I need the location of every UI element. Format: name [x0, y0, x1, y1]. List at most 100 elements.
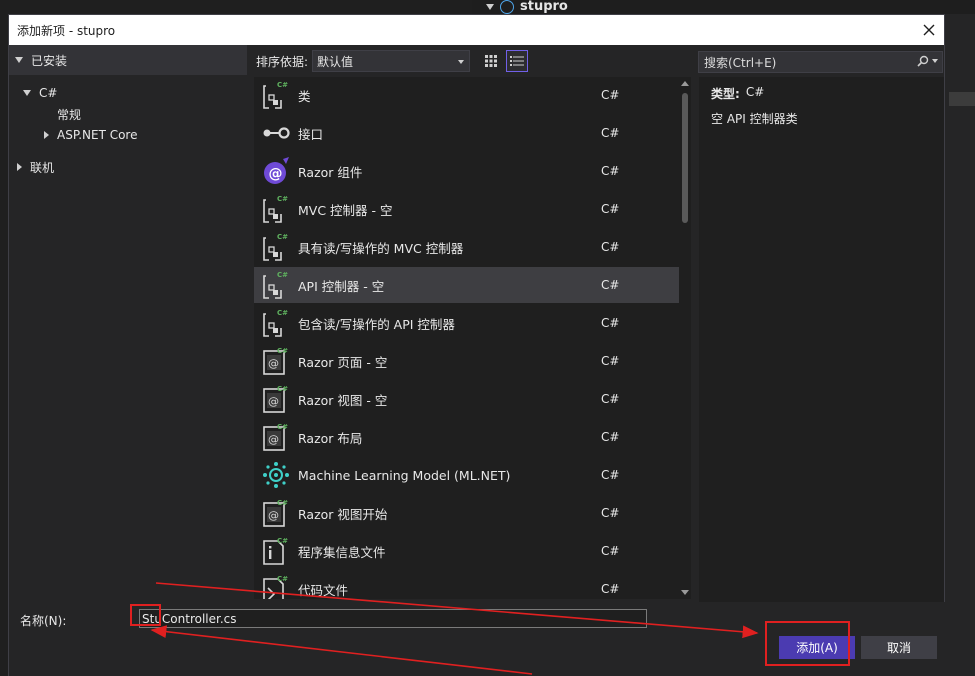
- template-name: 代码文件: [298, 582, 349, 598]
- svg-text:@: @: [268, 433, 279, 446]
- tree-item-label: ASP.NET Core: [57, 128, 138, 142]
- template-language: C#: [601, 392, 620, 406]
- grid-view-icon: [485, 55, 498, 67]
- collapse-arrow-icon: [23, 90, 31, 96]
- template-language: C#: [601, 468, 620, 482]
- svg-text:@: @: [268, 357, 279, 370]
- installed-header[interactable]: 已安装: [9, 45, 247, 75]
- template-language: C#: [601, 278, 620, 292]
- template-name: Razor 视图开始: [298, 506, 388, 522]
- details-pane: 搜索(Ctrl+E) 类型: C# 空 API 控制器类: [697, 45, 946, 602]
- razor-page-icon: @ C#: [254, 343, 298, 379]
- add-button[interactable]: 添加(A): [779, 636, 855, 659]
- template-item[interactable]: C# 程序集信息文件 C#: [254, 533, 679, 569]
- template-name: Razor 布局: [298, 430, 363, 446]
- template-item[interactable]: @ C# Razor 视图 - 空 C#: [254, 381, 679, 417]
- razor-component-icon: @: [254, 153, 298, 189]
- template-language: C#: [601, 430, 620, 444]
- tree-item-csharp[interactable]: C#: [23, 83, 57, 103]
- template-item[interactable]: C# 类 C#: [254, 77, 679, 113]
- sort-toolbar: 排序依据: 默认值: [247, 45, 697, 77]
- template-item[interactable]: 接口 C#: [254, 115, 679, 151]
- template-item[interactable]: @ C# Razor 布局 C#: [254, 419, 679, 455]
- template-item[interactable]: @ C# Razor 视图开始 C#: [254, 495, 679, 531]
- type-label: 类型:: [711, 87, 740, 101]
- class-icon: C#: [254, 305, 298, 341]
- tree-item-label: 联机: [30, 160, 55, 175]
- template-name: Machine Learning Model (ML.NET): [298, 467, 511, 483]
- sort-dropdown[interactable]: 默认值: [312, 50, 471, 72]
- template-item[interactable]: C# 代码文件 C#: [254, 571, 679, 599]
- solution-tree-node[interactable]: stupro: [486, 0, 568, 14]
- template-name: 类: [298, 88, 311, 104]
- class-icon: C#: [254, 77, 298, 113]
- svg-text:C#: C#: [277, 309, 288, 317]
- template-language: C#: [601, 88, 620, 102]
- cancel-button[interactable]: 取消: [861, 636, 937, 659]
- ml-model-icon: [254, 457, 298, 493]
- svg-text:C#: C#: [277, 81, 288, 89]
- sort-label: 排序依据:: [256, 54, 309, 69]
- interface-icon: [254, 115, 298, 151]
- expand-arrow-icon: [44, 131, 49, 139]
- razor-page-icon: @ C#: [254, 495, 298, 531]
- template-item[interactable]: C# API 控制器 - 空 C#: [254, 267, 679, 303]
- type-value: C#: [745, 85, 765, 99]
- scroll-up-icon[interactable]: [681, 81, 689, 86]
- template-name: 接口: [298, 126, 324, 142]
- search-box[interactable]: 搜索(Ctrl+E): [698, 51, 943, 73]
- template-list: C# 类 C# 接口 C# @ Razor 组件 C# C# MVC 控制器 - 空 C# C# 具有读…: [254, 77, 679, 599]
- svg-text:@: @: [268, 509, 279, 522]
- tree-item-general[interactable]: 常规: [57, 104, 81, 124]
- chevron-down-icon: [458, 60, 465, 64]
- search-placeholder: 搜索(Ctrl+E): [704, 55, 777, 70]
- template-item[interactable]: Machine Learning Model (ML.NET) C#: [254, 457, 679, 493]
- class-icon: C#: [254, 191, 298, 227]
- template-item[interactable]: C# 具有读/写操作的 MVC 控制器 C#: [254, 229, 679, 265]
- name-label: 名称(N):: [20, 614, 67, 628]
- class-icon: C#: [254, 229, 298, 265]
- dialog-footer: 名称(N): 添加(A) 取消: [9, 602, 946, 676]
- scroll-down-icon[interactable]: [681, 590, 689, 595]
- tree-item-online[interactable]: 联机: [17, 157, 54, 177]
- template-language: C#: [601, 240, 620, 254]
- sort-value: 默认值: [317, 54, 354, 69]
- template-item[interactable]: C# MVC 控制器 - 空 C#: [254, 191, 679, 227]
- close-icon: [923, 24, 935, 36]
- add-new-item-dialog: 添加新项 - stupro 已安装 C# 常规 ASP.NET Core 联机 …: [8, 14, 946, 676]
- grid-view-button[interactable]: [480, 50, 502, 72]
- search-icon: [917, 55, 929, 67]
- tree-item-aspnet-core[interactable]: ASP.NET Core: [44, 125, 137, 145]
- svg-text:C#: C#: [277, 385, 288, 393]
- template-description: 空 API 控制器类: [711, 112, 798, 126]
- expand-arrow-icon: [486, 3, 494, 10]
- ide-side-panel: [945, 14, 975, 676]
- web-project-icon: [500, 0, 514, 14]
- close-button[interactable]: [920, 21, 938, 39]
- svg-text:C#: C#: [277, 233, 288, 241]
- template-name: MVC 控制器 - 空: [298, 202, 393, 218]
- svg-text:C#: C#: [277, 537, 288, 545]
- template-list-scrollbar[interactable]: [679, 77, 691, 599]
- svg-text:@: @: [268, 395, 279, 408]
- svg-text:C#: C#: [277, 195, 288, 203]
- project-name: stupro: [520, 0, 568, 14]
- template-language: C#: [601, 544, 620, 558]
- scroll-thumb[interactable]: [682, 93, 688, 223]
- class-icon: C#: [254, 267, 298, 303]
- tree-item-label: C#: [39, 86, 58, 100]
- name-input[interactable]: [139, 609, 647, 628]
- list-view-button[interactable]: [506, 50, 529, 72]
- template-language: C#: [601, 164, 620, 178]
- svg-text:C#: C#: [277, 423, 288, 431]
- template-language: C#: [601, 582, 620, 596]
- collapse-arrow-icon: [15, 57, 23, 63]
- code-file-icon: C#: [254, 571, 298, 599]
- template-item[interactable]: C# 包含读/写操作的 API 控制器 C#: [254, 305, 679, 341]
- list-view-icon: [510, 56, 525, 66]
- template-item[interactable]: @ Razor 组件 C#: [254, 153, 679, 189]
- svg-text:C#: C#: [277, 271, 288, 279]
- chevron-down-icon[interactable]: [932, 59, 938, 63]
- template-area: 排序依据: 默认值 C# 类 C# 接口 C# @ Razor 组件 C# C# MVC 控制器 …: [247, 45, 697, 602]
- template-item[interactable]: @ C# Razor 页面 - 空 C#: [254, 343, 679, 379]
